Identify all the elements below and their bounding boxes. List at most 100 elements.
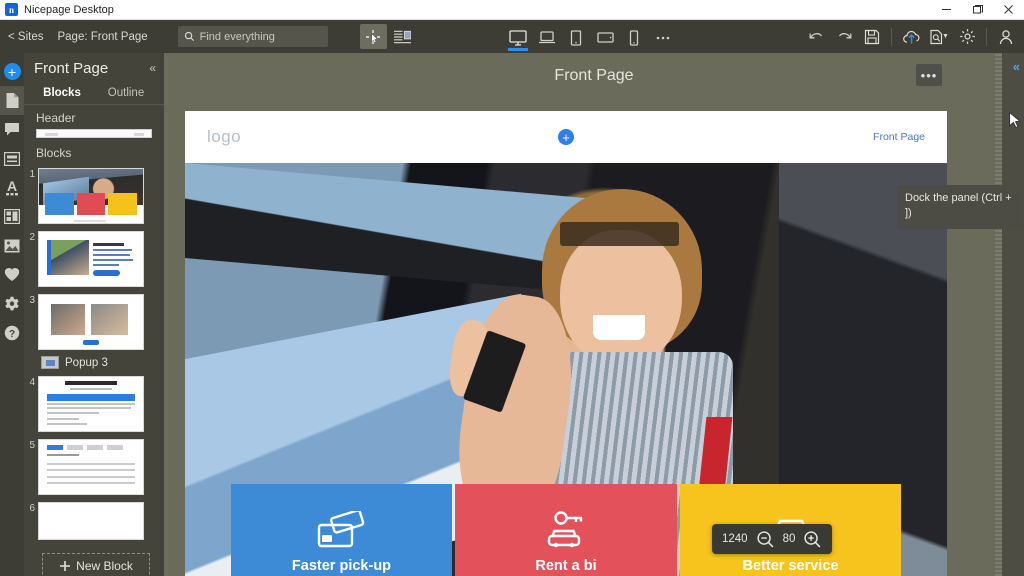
search-icon <box>184 31 195 42</box>
list-item[interactable]: 5 <box>24 435 164 498</box>
save-button[interactable] <box>858 24 886 50</box>
panel-content[interactable]: Header Blocks 1 2 3 Popup 3 4 5 6 New Bl… <box>24 105 164 576</box>
undo-button[interactable] <box>802 24 830 50</box>
site-logo[interactable]: logo <box>207 127 241 147</box>
layout-grid-icon <box>4 209 20 224</box>
nav-link-front-page[interactable]: Front Page <box>873 131 925 143</box>
rail-help[interactable]: ? <box>0 318 24 347</box>
key-car-icon <box>542 510 590 552</box>
text-a-icon: A <box>6 179 18 196</box>
block-number: 5 <box>29 440 35 451</box>
block-thumbnail[interactable] <box>38 294 144 350</box>
settings-button[interactable] <box>953 24 981 50</box>
device-tablet-portrait[interactable] <box>563 21 589 52</box>
rail-layouts[interactable] <box>0 202 24 231</box>
search-input[interactable]: Find everything <box>177 26 328 47</box>
toolbar-divider <box>891 27 892 46</box>
back-to-sites-link[interactable]: < Sites <box>8 31 43 43</box>
zoom-out-button[interactable] <box>756 530 775 549</box>
rail-settings[interactable] <box>0 289 24 318</box>
tab-outline[interactable]: Outline <box>94 83 158 104</box>
device-tablet-landscape[interactable] <box>592 21 618 52</box>
select-mode-button[interactable] <box>359 24 387 49</box>
current-page-label: Page: Front Page <box>57 30 148 43</box>
rail-header-blocks[interactable] <box>0 144 24 173</box>
heart-icon <box>4 267 20 281</box>
hero-section[interactable]: Faster pick-up Rent a bi Better service <box>185 163 947 576</box>
main-toolbar: < Sites Page: Front Page Find everything <box>0 20 1024 53</box>
right-panel-strip: « <box>1002 53 1024 576</box>
toolbar-right-tools: ▼ <box>802 20 1020 53</box>
expand-right-panel-button[interactable]: « <box>1013 59 1020 74</box>
maximize-button[interactable] <box>962 0 993 20</box>
rail-images[interactable] <box>0 231 24 260</box>
block-thumbnail[interactable] <box>38 168 144 224</box>
rail-text[interactable]: A <box>0 173 24 202</box>
block-thumbnail[interactable] <box>38 502 144 540</box>
page-title: Front Page <box>554 66 634 84</box>
block-thumbnail[interactable] <box>38 376 144 432</box>
header-thumbnail[interactable] <box>36 129 152 138</box>
list-item[interactable]: 3 <box>24 290 164 353</box>
chevron-down-icon: ▼ <box>942 33 949 40</box>
list-item-popup[interactable]: Popup 3 <box>24 353 164 372</box>
new-block-button[interactable]: New Block <box>42 553 150 576</box>
add-section-button[interactable]: + <box>558 129 574 145</box>
list-item[interactable]: 4 <box>24 372 164 435</box>
feature-card-faster-pickup[interactable]: Faster pick-up <box>230 484 453 576</box>
feature-card-rent[interactable]: Rent a bi <box>455 484 677 576</box>
card-title: Faster pick-up <box>291 558 392 574</box>
panel-title: Front Page <box>34 59 109 77</box>
zoom-controls: 1240 80 <box>712 524 833 554</box>
minimize-button[interactable] <box>931 0 962 20</box>
header-section-label: Header <box>36 111 76 125</box>
popup-window-icon <box>41 356 59 369</box>
tooltip-content: Dock the panel (Ctrl + ]) <box>897 185 1022 229</box>
plus-icon <box>59 560 71 572</box>
device-desktop[interactable] <box>505 21 531 52</box>
account-button[interactable] <box>992 24 1020 50</box>
device-more[interactable] <box>650 21 676 52</box>
svg-text:?: ? <box>9 329 15 340</box>
block-thumbnail[interactable] <box>38 231 144 287</box>
grid-mode-button[interactable] <box>389 24 416 49</box>
list-item[interactable]: 2 <box>24 227 164 290</box>
rail-favorites[interactable] <box>0 260 24 289</box>
zoom-in-button[interactable] <box>803 530 822 549</box>
publish-button[interactable] <box>897 24 925 50</box>
question-mark-icon: ? <box>4 325 20 340</box>
preview-button[interactable]: ▼ <box>925 24 953 50</box>
block-number: 6 <box>29 503 35 514</box>
panel-collapse-button[interactable]: « <box>149 61 156 75</box>
left-icon-rail: + A ? <box>0 53 24 576</box>
page-icon <box>6 93 18 108</box>
rail-comments[interactable] <box>0 115 24 144</box>
zoom-level-value: 80 <box>782 533 796 545</box>
canvas-scrollbar[interactable] <box>995 53 1002 576</box>
rail-pages[interactable] <box>0 86 24 115</box>
mouse-cursor <box>1009 112 1021 129</box>
window-titlebar: n Nicepage Desktop <box>0 0 1024 20</box>
device-phone[interactable] <box>621 21 647 52</box>
tab-blocks[interactable]: Blocks <box>30 83 94 104</box>
device-switcher <box>505 20 676 53</box>
list-item[interactable]: 6 <box>24 498 164 543</box>
add-button[interactable]: + <box>0 57 24 86</box>
device-laptop[interactable] <box>534 21 560 52</box>
image-icon <box>4 239 20 252</box>
block-thumbnail[interactable] <box>38 439 144 495</box>
site-header[interactable]: logo + Front Page <box>185 111 947 163</box>
gear-icon <box>5 296 19 310</box>
list-item[interactable]: 1 <box>24 164 164 227</box>
plus-circle-icon: + <box>3 63 21 80</box>
block-number: 2 <box>29 232 35 243</box>
toolbar-divider-2 <box>986 27 987 46</box>
page-preview[interactable]: logo + Front Page Faster pick-up Rent a … <box>185 111 947 576</box>
panel-header: Front Page « <box>24 53 164 83</box>
redo-button[interactable] <box>830 24 858 50</box>
window-controls <box>931 0 1024 20</box>
header-block-icon <box>4 151 20 166</box>
page-options-button[interactable]: ••• <box>916 64 942 86</box>
editor-canvas[interactable]: Front Page ••• logo + Front Page Faster … <box>164 53 1024 576</box>
close-button[interactable] <box>993 0 1024 20</box>
